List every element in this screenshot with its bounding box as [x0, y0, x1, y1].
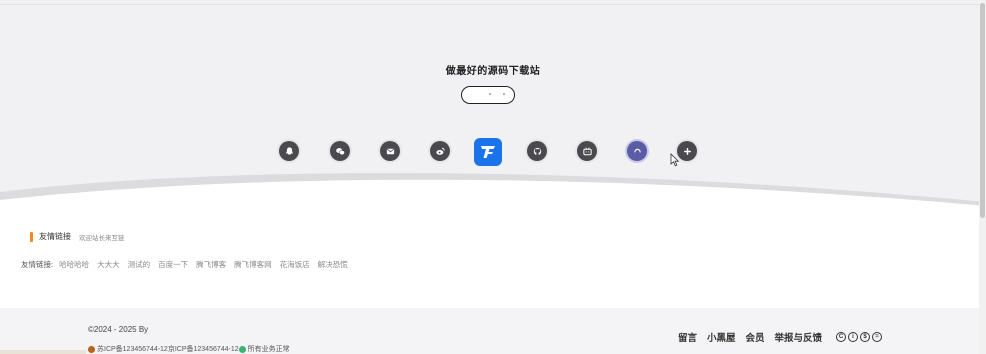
friend-link[interactable]: 解决恐慌	[318, 259, 348, 270]
friend-link[interactable]: 测试的	[128, 259, 151, 270]
police-badge-icon	[88, 345, 95, 353]
add-icon[interactable]	[677, 141, 697, 161]
friend-links-heading: 友情链接 欢迎站长来互链	[30, 231, 125, 242]
cc-license-icons[interactable]: C i $ =	[834, 332, 882, 342]
friend-links-card: 友情链接 欢迎站长来互链 友情链接: 哈哈哈哈 大大大 测试的 百度一下 腾飞博…	[12, 222, 964, 284]
footer-nav-report[interactable]: 举报与反馈	[774, 330, 822, 344]
wechat-icon[interactable]	[330, 141, 350, 161]
footer-nav-blacklist[interactable]: 小黑屋	[707, 330, 736, 344]
scrollbar-thumb[interactable]	[980, 3, 985, 218]
bottom-edge-tab	[0, 350, 86, 354]
friend-link[interactable]: 大大大	[97, 259, 120, 270]
friend-link[interactable]: 百度一下	[158, 259, 188, 270]
footer-nav-members[interactable]: 会员	[745, 330, 764, 344]
footer-nav-message[interactable]: 留言	[678, 330, 697, 344]
friend-link[interactable]: 哈哈哈哈	[59, 259, 89, 270]
friend-links-title: 友情链接	[39, 232, 71, 241]
email-icon[interactable]	[380, 141, 400, 161]
cc-icon: C	[836, 332, 846, 342]
bilibili-icon[interactable]	[577, 141, 597, 161]
accent-bar	[30, 231, 33, 242]
footer-nav: 留言 小黑屋 会员 举报与反馈 C i $ =	[668, 330, 882, 344]
friend-links-label: 友情链接:	[21, 260, 54, 269]
cc-nc-icon: $	[860, 332, 870, 342]
github-icon[interactable]	[527, 141, 547, 161]
home-circle-icon[interactable]	[627, 141, 647, 161]
site-footer: ©2024 - 2025 By 苏ICP备123456744-12 京ICP备1…	[0, 308, 986, 354]
cc-nd-icon: =	[872, 332, 882, 342]
site-logo-icon[interactable]	[474, 138, 502, 166]
copyright-text: ©2024 - 2025 By	[88, 325, 149, 334]
status-ok-icon	[238, 345, 246, 353]
icp-row: 苏ICP备123456744-12 京ICP备123456744-12 所有业务…	[88, 344, 290, 354]
qq-icon[interactable]	[279, 141, 299, 161]
cc-by-icon: i	[848, 332, 858, 342]
friend-links-subtitle: 欢迎站长来互链	[79, 234, 125, 242]
friend-link[interactable]: 腾飞博客网	[234, 259, 272, 270]
friend-link[interactable]: 腾飞博客	[196, 259, 226, 270]
icp-link-1[interactable]: 苏ICP备123456744-12	[97, 344, 168, 354]
mouse-cursor-icon	[670, 153, 680, 167]
weibo-icon[interactable]	[430, 141, 450, 161]
service-status-link[interactable]: 所有业务正常	[248, 344, 290, 354]
social-icon-row	[0, 0, 986, 200]
friend-links-row: 友情链接: 哈哈哈哈 大大大 测试的 百度一下 腾飞博客 腾飞博客网 花海饭店 …	[21, 259, 356, 270]
friend-link[interactable]: 花海饭店	[280, 259, 310, 270]
page-scrollbar[interactable]	[979, 0, 986, 354]
icp-link-2[interactable]: 京ICP备123456744-12	[168, 344, 239, 354]
hero-section: 做最好的源码下载站	[0, 0, 986, 215]
